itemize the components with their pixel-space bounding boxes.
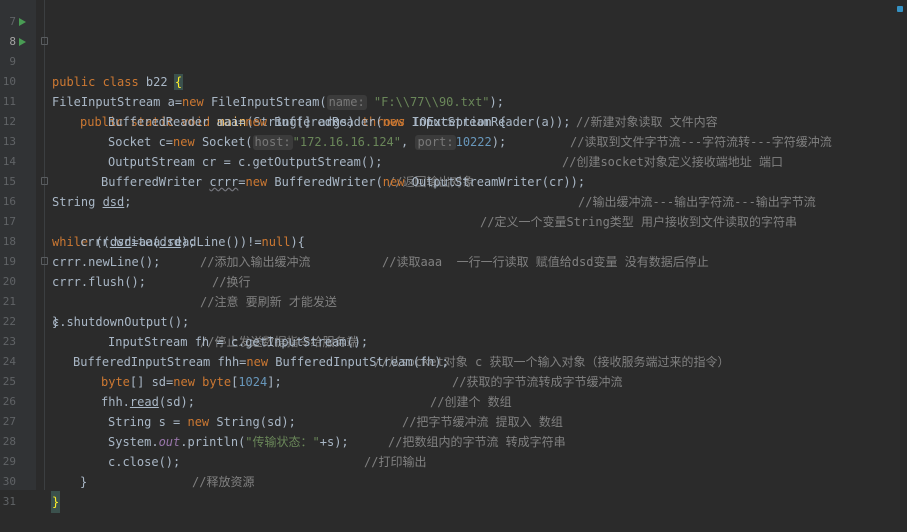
code-line[interactable]: 8 public class b22 { [0,12,907,90]
code-line[interactable]: 14 BufferedWriter crrr=new BufferedWrite… [0,132,907,209]
code-line[interactable]: 31 [0,472,907,508]
code-line[interactable]: 25 fhh.read(sd); //把字节缓冲流 提取入 数组 [0,352,907,429]
code-line[interactable]: 27 System.out.println("传输状态："+s); //打印输出 [0,392,907,469]
code-line[interactable]: 13 OutputStream cr = c.getOutputStream()… [0,112,907,189]
code-editor[interactable]: 7 8 public class b22 { 9 public static v… [0,0,907,513]
code-line[interactable]: 29 } [0,432,907,489]
code-line[interactable]: 16 while ((dsd=aaa.readLine())!=null){ /… [0,172,907,269]
code-line[interactable]: 12 Socket c=new Socket(host: "172.16.16.1… [0,92,907,169]
code-line[interactable]: 10 FileInputStream a=new FileInputStream… [0,52,907,129]
code-line[interactable]: 7 [0,0,907,28]
code-line[interactable]: 19 crrr.flush(); //注意 要刷新 才能发送 [0,232,907,309]
run-gutter-icon[interactable] [19,18,26,26]
code-line[interactable]: 23 BufferedInputStream fhh=new BufferedI… [0,312,907,389]
code-line[interactable]: 15 String dsd; //定义一个变量String类型 用户接收到文件读… [0,152,907,229]
code-line[interactable]: 17 crrr.write(dsd); //添加入输出缓冲流 [0,192,907,269]
fold-marker-icon[interactable] [41,257,48,265]
code-line[interactable]: 18 crrr.newLine(); //换行 [0,212,907,289]
code-line[interactable]: 9 public static void main(String[] args)… [0,32,907,129]
code-line[interactable]: 28 c.close(); //释放资源 [0,412,907,489]
fold-marker-icon[interactable] [41,177,48,185]
code-line[interactable]: 21 c.shutdownOutput(); //停止发送数据指令给服务端 [0,272,907,349]
code-line[interactable]: 24 byte[] sd=new byte[1024]; //创建个 数组 [0,332,907,409]
run-gutter-icon[interactable] [19,38,26,46]
code-line[interactable]: 26 String s = new String(sd); //把数组内的字节流… [0,372,907,449]
code-line[interactable]: 22 InputStream fh = c.getInputStream(); … [0,292,907,369]
code-line[interactable]: 11 BufferedReader aaa=new BufferedReader… [0,72,907,149]
fold-marker-icon[interactable] [41,37,48,45]
code-text: } [50,491,61,513]
code-line[interactable]: 30 } [0,452,907,513]
code-line[interactable]: 20 } [0,252,907,329]
line-number: 31 [2,495,16,508]
